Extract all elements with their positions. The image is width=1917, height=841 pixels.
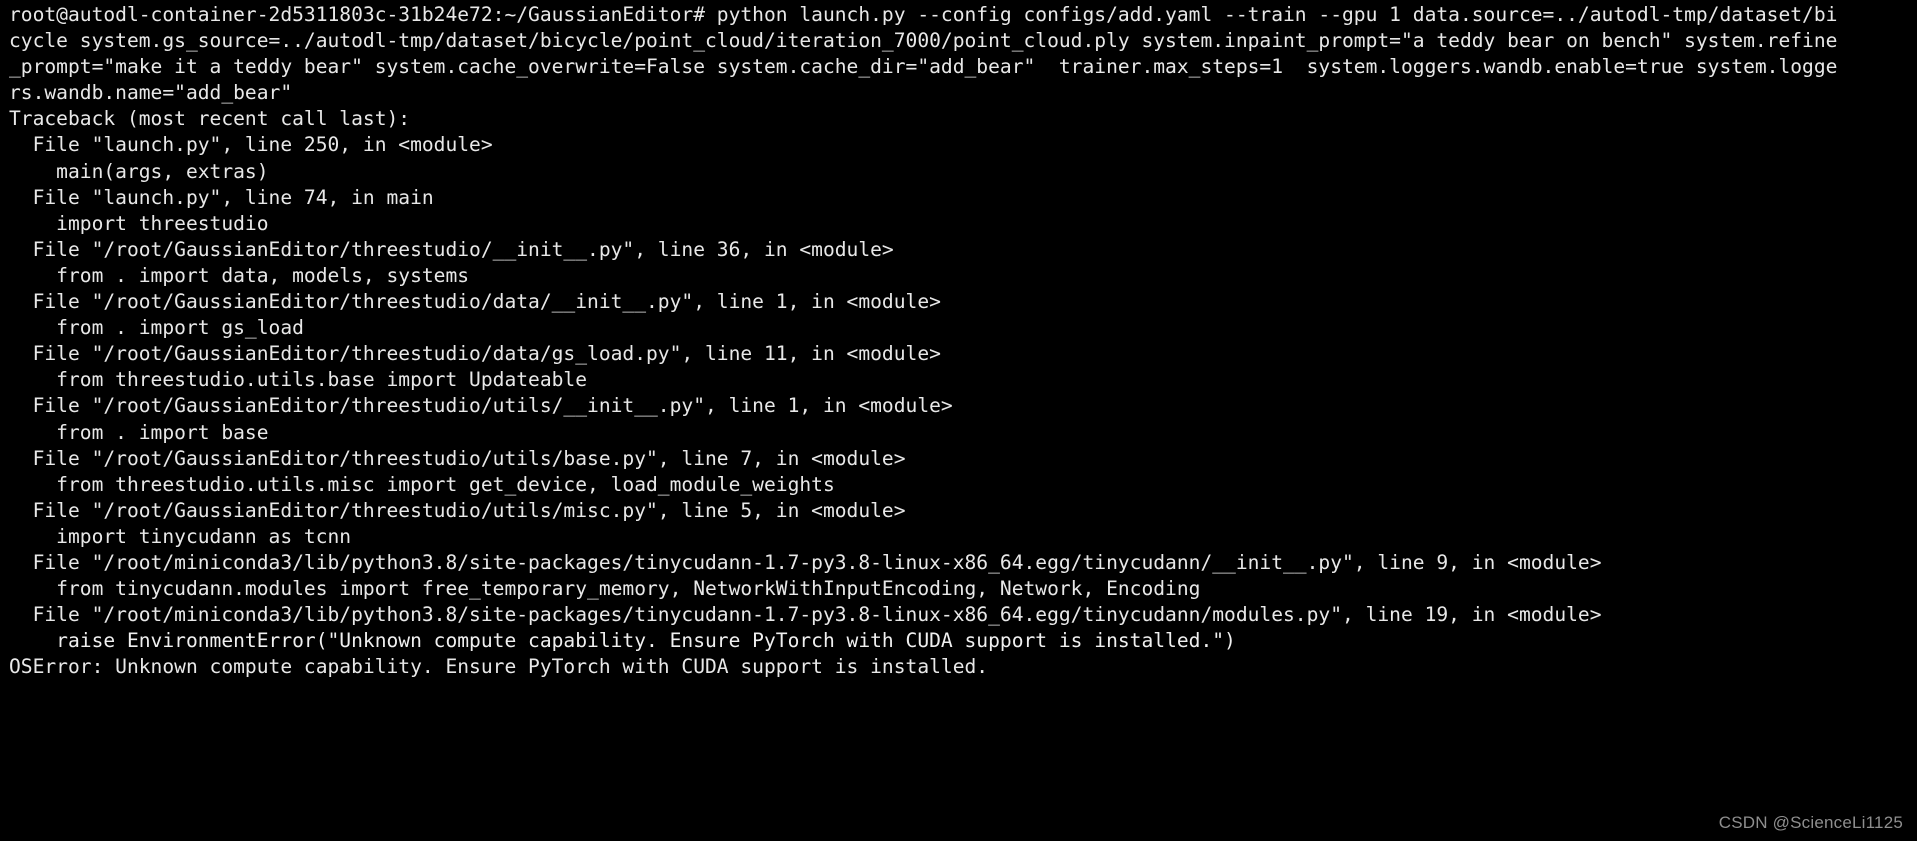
terminal-line: main(args, extras) <box>9 159 269 183</box>
terminal-line: File "/root/GaussianEditor/threestudio/d… <box>9 290 941 314</box>
terminal-error-line: raise EnvironmentError("Unknown compute … <box>9 629 1236 653</box>
terminal-line: cycle system.gs_source=../autodl-tmp/dat… <box>9 29 1838 53</box>
terminal-line: from tinycudann.modules import free_temp… <box>9 577 1201 601</box>
terminal-line: File "launch.py", line 74, in main <box>9 185 434 209</box>
terminal-line: from . import gs_load <box>9 316 304 340</box>
terminal-line: root@autodl-container-2d5311803c-31b24e7… <box>9 3 1838 26</box>
watermark-label: CSDN @ScienceLi1125 <box>1718 813 1903 832</box>
terminal-line: File "/root/miniconda3/lib/python3.8/sit… <box>9 550 1602 574</box>
terminal-window[interactable]: root@autodl-container-2d5311803c-31b24e7… <box>0 0 1917 841</box>
terminal-line: File "/root/GaussianEditor/threestudio/u… <box>9 394 953 418</box>
terminal-line: File "/root/miniconda3/lib/python3.8/sit… <box>9 603 1602 627</box>
terminal-line: import tinycudann as tcnn <box>9 524 352 548</box>
terminal-line: rs.wandb.name="add_bear" <box>9 81 293 105</box>
terminal-line: File "launch.py", line 250, in <module> <box>9 133 493 157</box>
terminal-line: from threestudio.utils.base import Updat… <box>9 368 588 392</box>
terminal-line: from threestudio.utils.misc import get_d… <box>9 472 835 496</box>
terminal-line: OSError: Unknown compute capability. Ens… <box>9 655 989 679</box>
terminal-line: File "/root/GaussianEditor/threestudio/u… <box>9 446 906 470</box>
terminal-line: File "/root/GaussianEditor/threestudio/d… <box>9 342 941 366</box>
terminal-output: root@autodl-container-2d5311803c-31b24e7… <box>0 2 1917 680</box>
terminal-line: File "/root/GaussianEditor/threestudio/u… <box>9 498 906 522</box>
terminal-line: Traceback (most recent call last): <box>9 107 411 131</box>
terminal-line: File "/root/GaussianEditor/threestudio/_… <box>9 237 894 261</box>
terminal-line: from . import base <box>9 420 269 444</box>
terminal-line: _prompt="make it a teddy bear" system.ca… <box>9 55 1838 79</box>
terminal-line: from . import data, models, systems <box>9 263 470 287</box>
terminal-line: import threestudio <box>9 211 269 235</box>
